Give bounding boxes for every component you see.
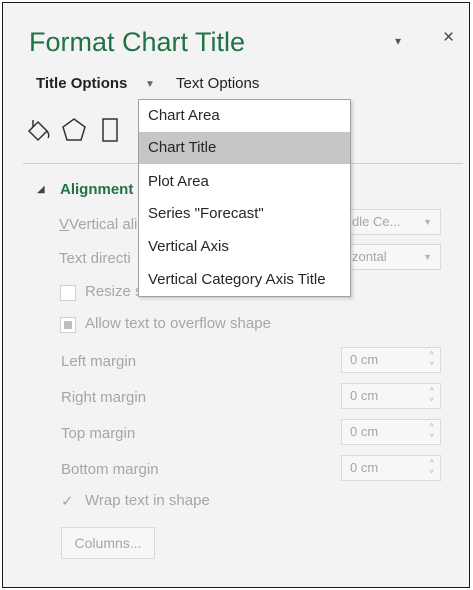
wrap-text-checkbox[interactable]: ✓: [61, 494, 77, 510]
chart-elements-menu: Chart Area Chart Title Plot Area Series …: [138, 99, 351, 297]
spinner-icon[interactable]: ˄ ˅: [429, 421, 434, 441]
left-margin-label: Left margin: [61, 353, 137, 370]
close-icon[interactable]: ×: [443, 27, 454, 49]
columns-button[interactable]: Columns...: [61, 527, 155, 559]
spinner-icon[interactable]: ˄ ˅: [429, 349, 434, 369]
tab-title-options[interactable]: Title Options: [36, 75, 127, 92]
resize-shape-label: Resize s: [85, 283, 143, 300]
bottom-margin-input[interactable]: 0 cm ˄ ˅: [341, 455, 441, 481]
task-pane-options-icon[interactable]: ▾: [395, 34, 401, 48]
left-margin-value: 0 cm: [350, 352, 379, 367]
top-margin-label: Top margin: [61, 425, 136, 442]
bottom-margin-label: Bottom margin: [61, 461, 159, 478]
title-options-dropdown-icon[interactable]: ▼: [145, 79, 155, 90]
effects-pentagon-icon[interactable]: [59, 115, 89, 145]
resize-shape-checkbox[interactable]: [60, 285, 76, 301]
section-title-alignment[interactable]: Alignment: [60, 181, 133, 198]
tab-text-options[interactable]: Text Options: [176, 75, 259, 92]
menu-item-vertical-category-axis-title[interactable]: Vertical Category Axis Title: [139, 264, 350, 296]
collapse-section-icon[interactable]: ◢: [37, 184, 45, 195]
allow-overflow-label: Allow text to overflow shape: [85, 315, 271, 332]
menu-item-plot-area[interactable]: Plot Area: [139, 166, 350, 198]
menu-item-chart-title[interactable]: Chart Title: [139, 132, 350, 164]
size-properties-icon[interactable]: [101, 115, 121, 145]
spinner-icon[interactable]: ˄ ˅: [429, 385, 434, 405]
bottom-margin-value: 0 cm: [350, 460, 379, 475]
allow-overflow-checkbox[interactable]: [60, 317, 76, 333]
spinner-icon[interactable]: ˄ ˅: [429, 457, 434, 477]
fill-line-icon[interactable]: [24, 115, 54, 145]
top-margin-value: 0 cm: [350, 424, 379, 439]
left-margin-input[interactable]: 0 cm ˄ ˅: [341, 347, 441, 373]
menu-item-series-forecast[interactable]: Series "Forecast": [139, 198, 350, 230]
chevron-down-icon: ▼: [423, 252, 432, 262]
top-margin-input[interactable]: 0 cm ˄ ˅: [341, 419, 441, 445]
vertical-alignment-label-text: Vertical ali: [69, 216, 138, 233]
text-direction-label: Text directi: [59, 250, 131, 267]
vertical-alignment-label: VVertical ali: [59, 216, 138, 233]
right-margin-value: 0 cm: [350, 388, 379, 403]
wrap-text-label: Wrap text in shape: [85, 492, 210, 509]
pane-title: Format Chart Title: [29, 27, 246, 57]
right-margin-label: Right margin: [61, 389, 147, 406]
format-chart-title-pane: Format Chart Title ▾ × Title Options ▼ T…: [2, 2, 470, 588]
chevron-down-icon: ▼: [423, 217, 432, 227]
menu-item-vertical-axis[interactable]: Vertical Axis: [139, 231, 350, 263]
right-margin-input[interactable]: 0 cm ˄ ˅: [341, 383, 441, 409]
menu-item-chart-area[interactable]: Chart Area: [139, 100, 350, 132]
